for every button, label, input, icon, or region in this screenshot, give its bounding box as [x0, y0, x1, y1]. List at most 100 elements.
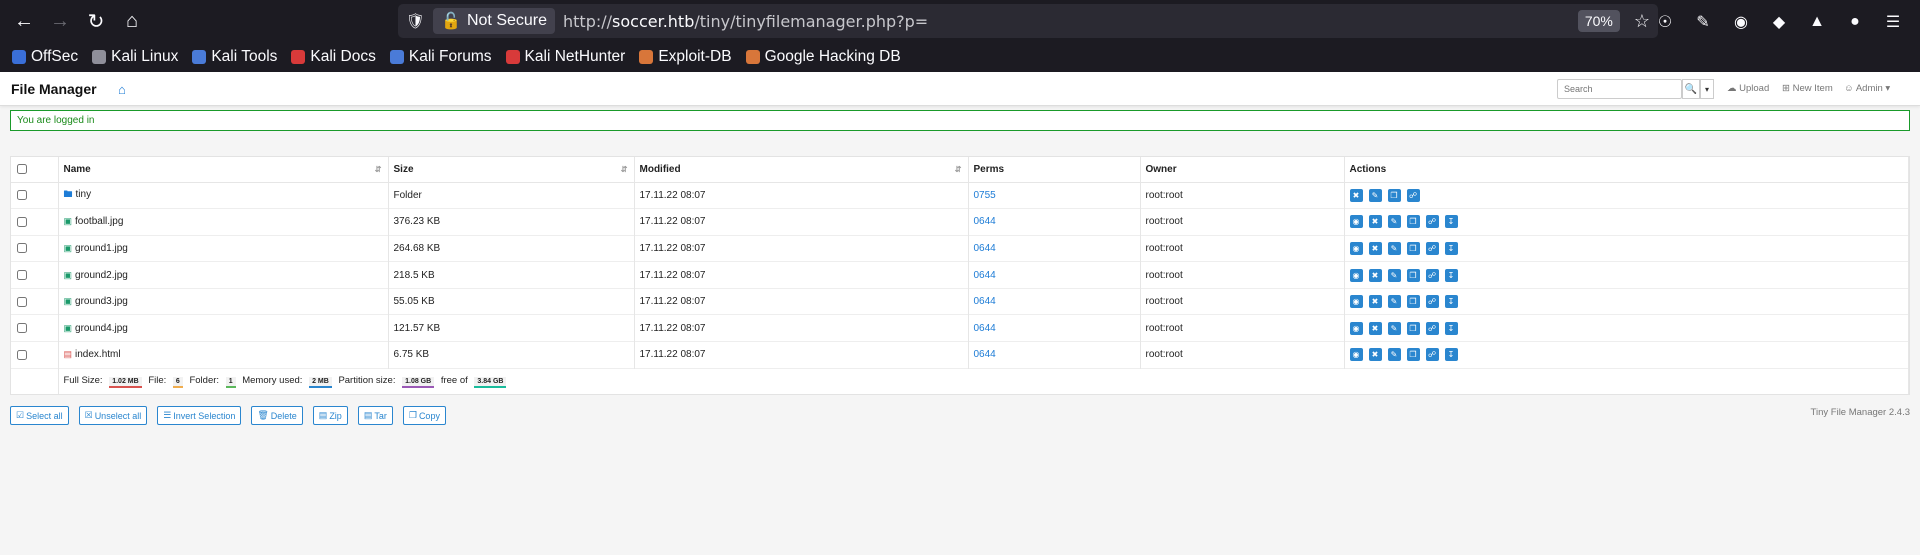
link-icon[interactable]: ☍: [1425, 321, 1439, 335]
bookmark-item[interactable]: Kali Linux: [92, 48, 178, 66]
zip-button[interactable]: ▤ Zip: [312, 406, 348, 425]
bookmark-item[interactable]: Kali Tools: [192, 48, 277, 66]
view-icon[interactable]: ◉: [1349, 268, 1363, 282]
new-item-link[interactable]: ⊞ New Item: [1782, 83, 1833, 94]
column-size[interactable]: Size ⇵: [388, 157, 635, 183]
delete-icon[interactable]: ✖: [1368, 321, 1382, 335]
bookmark-item[interactable]: Kali Docs: [291, 48, 376, 66]
view-icon[interactable]: ◉: [1349, 348, 1363, 362]
admin-menu[interactable]: ☺ Admin ▾: [1844, 83, 1890, 94]
table-row[interactable]: ▣ ground3.jpg 55.05 KB 17.11.22 08:07 064…: [11, 287, 1909, 315]
url-text[interactable]: http://soccer.htb/tiny/tinyfilemanager.p…: [563, 12, 928, 31]
delete-icon[interactable]: ✖: [1368, 268, 1382, 282]
not-secure-badge[interactable]: 🔓 Not Secure: [433, 8, 556, 34]
invert-selection-button[interactable]: ☰ Invert Selection: [157, 406, 242, 425]
row-checkbox[interactable]: [17, 216, 27, 227]
rename-icon[interactable]: ✎: [1387, 241, 1401, 255]
link-icon[interactable]: ☍: [1425, 295, 1439, 309]
row-checkbox[interactable]: [17, 349, 27, 360]
select-all-button[interactable]: ☑ Select all: [10, 406, 69, 425]
search-input[interactable]: [1557, 79, 1682, 99]
download-icon[interactable]: ↧: [1444, 268, 1458, 282]
download-icon[interactable]: ↧: [1444, 241, 1458, 255]
file-perms-link[interactable]: 0755: [968, 181, 1141, 209]
file-perms-link[interactable]: 0644: [968, 234, 1141, 262]
delete-icon[interactable]: ✖: [1349, 188, 1363, 202]
copy-icon[interactable]: ❐: [1406, 321, 1420, 335]
view-icon[interactable]: ◉: [1349, 241, 1363, 255]
delete-icon[interactable]: ✖: [1368, 295, 1382, 309]
bookmark-item[interactable]: Kali Forums: [389, 48, 492, 66]
delete-button[interactable]: 🗑 Delete: [251, 406, 303, 425]
search-icon[interactable]: 🔍: [1682, 79, 1700, 99]
forward-icon[interactable]: →: [44, 5, 76, 37]
extension-badge-icon[interactable]: ◆: [1762, 6, 1796, 38]
copy-button[interactable]: ❐ Copy: [402, 406, 446, 425]
back-icon[interactable]: ←: [8, 5, 40, 37]
rename-icon[interactable]: ✎: [1387, 348, 1401, 362]
bookmark-item[interactable]: Exploit-DB: [639, 48, 732, 66]
file-name-cell[interactable]: 🖿 tiny: [58, 181, 389, 209]
copy-icon[interactable]: ❐: [1387, 188, 1401, 202]
file-name-cell[interactable]: ▣ ground3.jpg: [58, 287, 389, 315]
copy-icon[interactable]: ❐: [1406, 241, 1420, 255]
download-icon[interactable]: ↧: [1444, 295, 1458, 309]
hat-icon[interactable]: ▲: [1800, 6, 1834, 38]
link-icon[interactable]: ☍: [1406, 188, 1420, 202]
table-row[interactable]: ▤ index.html 6.75 KB 17.11.22 08:07 0644 …: [11, 341, 1909, 369]
menu-icon[interactable]: ☰: [1876, 6, 1910, 38]
view-icon[interactable]: ◉: [1349, 321, 1363, 335]
copy-icon[interactable]: ❐: [1406, 215, 1420, 229]
unselect-all-button[interactable]: ☒ Unselect all: [78, 406, 148, 425]
zoom-level[interactable]: 70%: [1577, 10, 1620, 32]
tar-button[interactable]: ▤ Tar: [357, 406, 393, 425]
account-icon[interactable]: ☉: [1648, 6, 1682, 38]
download-icon[interactable]: ↧: [1444, 215, 1458, 229]
row-checkbox[interactable]: [17, 190, 27, 201]
home-icon[interactable]: ⌂: [116, 5, 148, 37]
extensions-icon[interactable]: ✎: [1686, 6, 1720, 38]
rename-icon[interactable]: ✎: [1387, 268, 1401, 282]
table-row[interactable]: ▣ ground2.jpg 218.5 KB 17.11.22 08:07 064…: [11, 261, 1909, 289]
wappalyzer-icon[interactable]: ●: [1838, 6, 1872, 38]
file-name-cell[interactable]: ▣ football.jpg: [58, 208, 389, 236]
copy-icon[interactable]: ❐: [1406, 268, 1420, 282]
row-checkbox[interactable]: [17, 243, 27, 254]
delete-icon[interactable]: ✖: [1368, 241, 1382, 255]
table-row[interactable]: ▣ ground1.jpg 264.68 KB 17.11.22 08:07 06…: [11, 234, 1909, 262]
row-checkbox[interactable]: [17, 323, 27, 334]
row-checkbox[interactable]: [17, 296, 27, 307]
download-icon[interactable]: ↧: [1444, 348, 1458, 362]
link-icon[interactable]: ☍: [1425, 268, 1439, 282]
foxyproxy-icon[interactable]: ◉: [1724, 6, 1758, 38]
row-checkbox[interactable]: [17, 269, 27, 280]
rename-icon[interactable]: ✎: [1387, 295, 1401, 309]
link-icon[interactable]: ☍: [1425, 348, 1439, 362]
reload-icon[interactable]: ↻: [80, 5, 112, 37]
select-all-checkbox[interactable]: [17, 164, 27, 175]
brand-title[interactable]: File Manager: [11, 81, 97, 97]
file-name-cell[interactable]: ▣ ground1.jpg: [58, 234, 389, 262]
shield-icon[interactable]: 🛡: [406, 12, 425, 30]
column-perms[interactable]: Perms: [968, 157, 1141, 183]
column-owner[interactable]: Owner: [1140, 157, 1345, 183]
rename-icon[interactable]: ✎: [1368, 188, 1382, 202]
download-icon[interactable]: ↧: [1444, 321, 1458, 335]
column-name[interactable]: Name ⇵: [58, 157, 389, 183]
url-bar[interactable]: 🛡 🔓 Not Secure http://soccer.htb/tiny/tin…: [398, 4, 1658, 38]
file-perms-link[interactable]: 0644: [968, 314, 1141, 342]
bookmark-item[interactable]: OffSec: [12, 48, 78, 66]
copy-icon[interactable]: ❐: [1406, 295, 1420, 309]
file-perms-link[interactable]: 0644: [968, 208, 1141, 236]
table-row[interactable]: 🖿 tiny Folder 17.11.22 08:07 0755 root:ro…: [11, 181, 1909, 209]
file-perms-link[interactable]: 0644: [968, 341, 1141, 369]
file-name-cell[interactable]: ▣ ground4.jpg: [58, 314, 389, 342]
upload-link[interactable]: ☁ Upload: [1727, 83, 1769, 94]
table-row[interactable]: ▣ ground4.jpg 121.57 KB 17.11.22 08:07 06…: [11, 314, 1909, 342]
bookmark-item[interactable]: Kali NetHunter: [505, 48, 625, 66]
home-icon[interactable]: ⌂: [118, 82, 126, 97]
link-icon[interactable]: ☍: [1425, 215, 1439, 229]
file-name-cell[interactable]: ▣ ground2.jpg: [58, 261, 389, 289]
view-icon[interactable]: ◉: [1349, 215, 1363, 229]
table-row[interactable]: ▣ football.jpg 376.23 KB 17.11.22 08:07 0…: [11, 208, 1909, 236]
